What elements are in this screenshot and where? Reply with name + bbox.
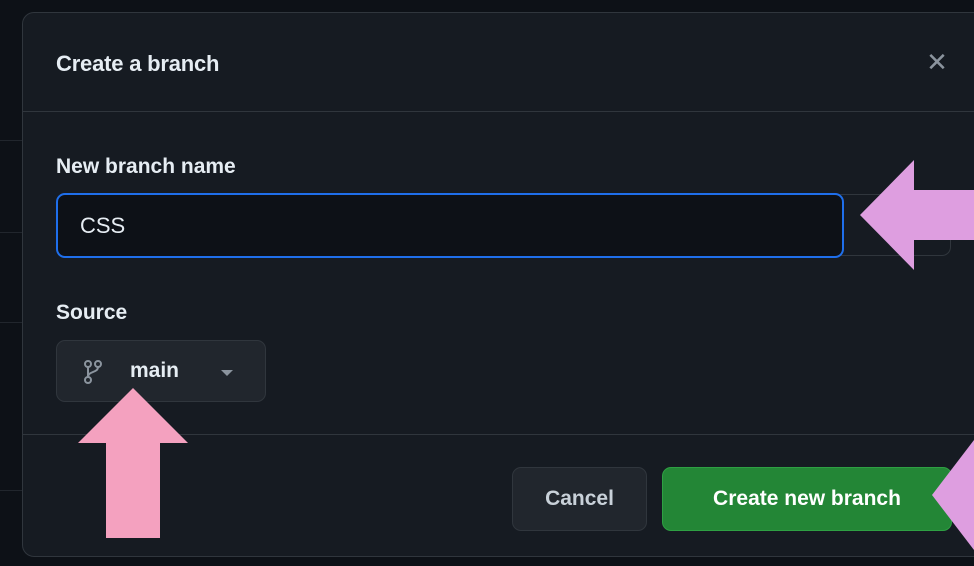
source-branch-value: main — [130, 359, 180, 382]
git-branch-icon — [83, 360, 103, 389]
branch-name-input[interactable] — [56, 193, 844, 258]
background-divider — [0, 322, 22, 323]
dialog-title: Create a branch — [56, 51, 220, 76]
background-divider — [0, 490, 22, 491]
chevron-down-icon — [221, 370, 233, 376]
dialog-header: Create a branch ✕ — [23, 13, 974, 112]
source-label: Source — [56, 301, 128, 324]
annotation-arrow-left-partial-icon — [932, 440, 974, 550]
background-divider — [0, 140, 22, 141]
annotation-arrow-left-icon — [860, 160, 974, 270]
cancel-button[interactable]: Cancel — [512, 467, 647, 531]
create-new-branch-button[interactable]: Create new branch — [662, 467, 952, 531]
background-divider — [0, 232, 22, 233]
close-icon[interactable]: ✕ — [921, 46, 953, 78]
branch-name-label: New branch name — [56, 155, 236, 178]
annotation-arrow-up-icon — [78, 388, 188, 538]
